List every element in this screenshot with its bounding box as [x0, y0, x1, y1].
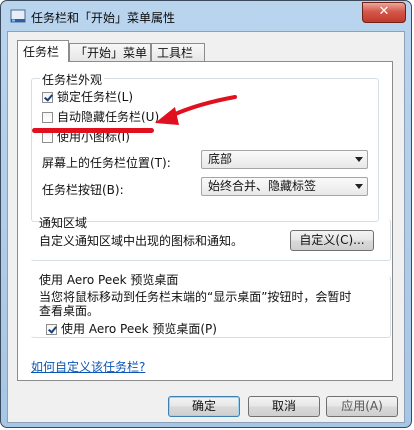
- tab-taskbar[interactable]: 任务栏: [17, 40, 69, 62]
- tab-start-menu[interactable]: 「开始」菜单: [69, 43, 151, 61]
- close-button[interactable]: ✕: [362, 2, 406, 23]
- annotation-underline: [32, 128, 154, 133]
- aero-peek-group-title: 使用 Aero Peek 预览桌面: [39, 273, 179, 287]
- chevron-down-icon: [355, 184, 363, 189]
- small-icons-check-icon: [42, 132, 53, 143]
- appearance-group-title: 任务栏外观: [40, 71, 105, 88]
- window-title: 任务栏和「开始」菜单属性: [31, 11, 176, 25]
- dialog-client: 任务栏 「开始」菜单 工具栏 任务栏外观 锁定任务栏(L) 自动隐藏任务栏(U)…: [7, 31, 405, 423]
- properties-window: 任务栏和「开始」菜单属性 ✕ 任务栏 「开始」菜单 工具栏 任务栏外观 锁定任务…: [0, 0, 412, 428]
- ok-button[interactable]: 确定: [168, 396, 240, 417]
- autohide-check-icon: [42, 112, 53, 123]
- taskbar-location-label: 屏幕上的任务栏位置(T):: [42, 156, 171, 170]
- lock-taskbar-checkbox[interactable]: 锁定任务栏(L): [42, 88, 133, 105]
- tab-toolbars[interactable]: 工具栏: [151, 43, 205, 61]
- taskbar-buttons-label: 任务栏按钮(B):: [42, 183, 124, 197]
- lock-taskbar-check-icon: [42, 92, 53, 103]
- aero-peek-label: 使用 Aero Peek 预览桌面(P): [61, 322, 217, 336]
- aero-peek-check-icon: [46, 324, 57, 335]
- autohide-taskbar-label: 自动隐藏任务栏(U): [57, 110, 160, 124]
- taskbar-buttons-select[interactable]: 始终合并、隐藏标签: [201, 177, 368, 196]
- taskbar-location-select[interactable]: 底部: [201, 150, 368, 169]
- cancel-button[interactable]: 取消: [248, 396, 320, 417]
- customize-button[interactable]: 自定义(C)...: [290, 230, 374, 251]
- notification-description: 自定义通知区域中出现的图标和通知。: [39, 234, 244, 248]
- taskbar-buttons-value: 始终合并、隐藏标签: [208, 179, 317, 193]
- help-link[interactable]: 如何自定义该任务栏?: [31, 358, 145, 375]
- taskbar-app-icon: [10, 9, 26, 23]
- aero-peek-description-line2: 查看桌面。: [39, 304, 100, 318]
- title-bar[interactable]: 任务栏和「开始」菜单属性 ✕: [1, 1, 411, 31]
- chevron-down-icon: [355, 157, 363, 162]
- taskbar-location-value: 底部: [208, 152, 233, 166]
- aero-peek-checkbox[interactable]: 使用 Aero Peek 预览桌面(P): [46, 320, 217, 337]
- autohide-taskbar-checkbox[interactable]: 自动隐藏任务栏(U): [42, 108, 159, 125]
- apply-button[interactable]: 应用(A): [326, 396, 398, 417]
- notification-group-title: 通知区域: [39, 216, 88, 230]
- annotation-arrow-icon: [155, 95, 237, 125]
- lock-taskbar-label: 锁定任务栏(L): [57, 90, 134, 104]
